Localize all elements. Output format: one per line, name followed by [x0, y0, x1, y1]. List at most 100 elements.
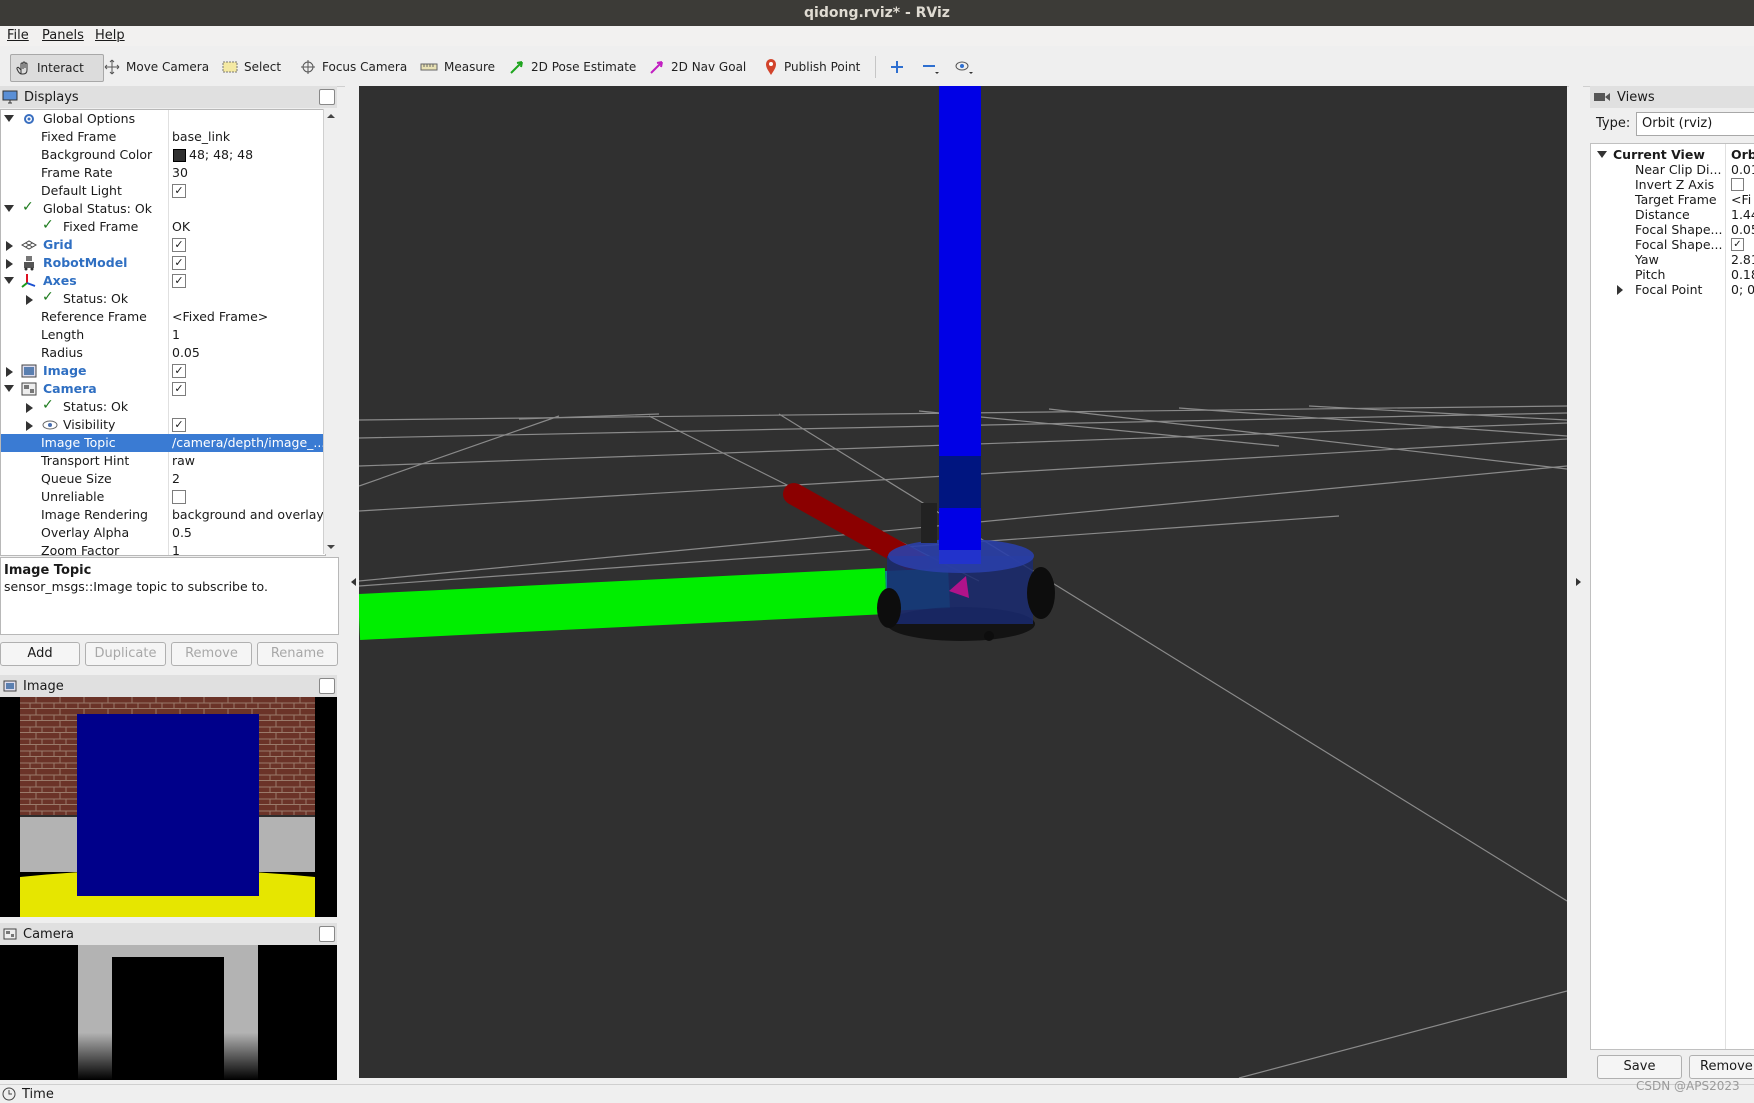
- expand-arrow-icon[interactable]: [26, 421, 33, 431]
- image-panel-close-button[interactable]: [319, 678, 335, 694]
- left-dock-handle[interactable]: [345, 86, 359, 1078]
- expand-arrow-icon[interactable]: [6, 259, 13, 269]
- tree-row-axes[interactable]: Axes ✓: [1, 272, 325, 290]
- overlay-alpha-value[interactable]: 0.5: [172, 525, 192, 540]
- grid-checkbox[interactable]: ✓: [172, 238, 186, 252]
- tree-row-robot-model[interactable]: RobotModel ✓: [1, 254, 325, 272]
- tree-row-image-topic[interactable]: Image Topic /camera/depth/image_...: [1, 434, 325, 452]
- focal-point-value[interactable]: 0; 0: [1731, 282, 1754, 297]
- tree-row-global-status[interactable]: ✓ Global Status: Ok: [1, 199, 325, 218]
- add-tool-button[interactable]: [886, 54, 908, 80]
- view-row[interactable]: Target Frame <Fi: [1591, 192, 1754, 207]
- expand-arrow-icon[interactable]: [4, 385, 14, 392]
- select-tool-button[interactable]: Select: [218, 54, 285, 80]
- default-light-checkbox[interactable]: ✓: [172, 184, 186, 198]
- rename-display-button[interactable]: Rename: [257, 642, 338, 666]
- image-checkbox[interactable]: ✓: [172, 364, 186, 378]
- displays-close-button[interactable]: [319, 89, 335, 105]
- expand-arrow-icon[interactable]: [4, 205, 14, 212]
- nav-goal-tool-button[interactable]: 2D Nav Goal: [645, 54, 750, 80]
- displays-scrollbar[interactable]: [323, 109, 338, 554]
- publish-point-tool-button[interactable]: Publish Point: [760, 54, 864, 80]
- tree-row-background-color[interactable]: Background Color 48; 48; 48: [1, 146, 325, 164]
- remove-tool-button[interactable]: [918, 54, 944, 80]
- render-viewport[interactable]: [359, 86, 1567, 1078]
- save-view-button[interactable]: Save: [1597, 1055, 1682, 1079]
- tree-row-overlay-alpha[interactable]: Overlay Alpha 0.5: [1, 524, 325, 542]
- move-camera-tool-button[interactable]: Move Camera: [100, 54, 213, 80]
- interact-tool-button[interactable]: Interact: [10, 54, 104, 82]
- length-value[interactable]: 1: [172, 327, 180, 342]
- yaw-value[interactable]: 2.81: [1731, 252, 1754, 267]
- expand-arrow-icon[interactable]: [1597, 151, 1607, 158]
- view-row[interactable]: Focal Shape... 0.05: [1591, 222, 1754, 237]
- view-row-current-view[interactable]: Current View Orb: [1591, 147, 1754, 162]
- pitch-value[interactable]: 0.18: [1731, 267, 1754, 282]
- radius-value[interactable]: 0.05: [172, 345, 200, 360]
- measure-tool-button[interactable]: Measure: [416, 54, 499, 80]
- visibility-checkbox[interactable]: ✓: [172, 418, 186, 432]
- right-dock-handle[interactable]: [1569, 86, 1583, 1078]
- image-topic-value[interactable]: /camera/depth/image_...: [172, 435, 325, 450]
- unreliable-checkbox[interactable]: [172, 490, 186, 504]
- tree-row-global-options[interactable]: Global Options: [1, 110, 325, 128]
- view-row[interactable]: Focal Shape... ✓: [1591, 237, 1754, 252]
- tree-row-fixed-frame[interactable]: Fixed Frame base_link: [1, 128, 325, 146]
- view-row[interactable]: Distance 1.44: [1591, 207, 1754, 222]
- view-type-select[interactable]: Orbit (rviz): [1636, 112, 1754, 136]
- fixed-frame-value[interactable]: base_link: [172, 129, 230, 144]
- tree-row-reference-frame[interactable]: Reference Frame <Fixed Frame>: [1, 308, 325, 326]
- view-row[interactable]: Invert Z Axis: [1591, 177, 1754, 192]
- duplicate-display-button[interactable]: Duplicate: [85, 642, 166, 666]
- color-swatch[interactable]: [173, 149, 186, 162]
- camera-checkbox[interactable]: ✓: [172, 382, 186, 396]
- target-frame-value[interactable]: <Fi: [1731, 192, 1751, 207]
- tree-row-transport-hint[interactable]: Transport Hint raw: [1, 452, 325, 470]
- expand-arrow-icon[interactable]: [26, 403, 33, 413]
- menu-panels[interactable]: Panels: [42, 28, 84, 43]
- view-row[interactable]: Pitch 0.18: [1591, 267, 1754, 282]
- expand-arrow-icon[interactable]: [4, 115, 14, 122]
- expand-arrow-icon[interactable]: [4, 277, 14, 284]
- view-row[interactable]: Yaw 2.81: [1591, 252, 1754, 267]
- tree-row-length[interactable]: Length 1: [1, 326, 325, 344]
- tree-row-queue-size[interactable]: Queue Size 2: [1, 470, 325, 488]
- tree-row-grid[interactable]: Grid ✓: [1, 236, 325, 254]
- camera-panel-close-button[interactable]: [319, 926, 335, 942]
- remove-view-button[interactable]: Remove: [1689, 1055, 1754, 1079]
- tree-row-default-light[interactable]: Default Light ✓: [1, 182, 325, 200]
- focus-camera-tool-button[interactable]: Focus Camera: [296, 54, 411, 80]
- queue-size-value[interactable]: 2: [172, 471, 180, 486]
- reference-frame-value[interactable]: <Fixed Frame>: [172, 309, 268, 324]
- robot-model-checkbox[interactable]: ✓: [172, 256, 186, 270]
- frame-rate-value[interactable]: 30: [172, 165, 188, 180]
- background-color-value[interactable]: 48; 48; 48: [189, 147, 253, 162]
- focal-shape-size-value[interactable]: 0.05: [1731, 222, 1754, 237]
- tree-row-axes-status[interactable]: ✓ Status: Ok: [1, 289, 325, 308]
- tree-row-camera[interactable]: Camera ✓: [1, 380, 325, 398]
- invert-z-checkbox[interactable]: [1731, 178, 1744, 191]
- focal-shape-fixed-checkbox[interactable]: ✓: [1731, 238, 1744, 251]
- distance-value[interactable]: 1.44: [1731, 207, 1754, 222]
- view-row[interactable]: Near Clip Di... 0.01: [1591, 162, 1754, 177]
- add-display-button[interactable]: Add: [0, 642, 80, 666]
- zoom-factor-value[interactable]: 1: [172, 543, 180, 555]
- pose-estimate-tool-button[interactable]: 2D Pose Estimate: [505, 54, 640, 80]
- 3d-scene[interactable]: [359, 86, 1567, 1078]
- remove-display-button[interactable]: Remove: [171, 642, 252, 666]
- tree-row-frame-rate[interactable]: Frame Rate 30: [1, 164, 325, 182]
- menu-help[interactable]: Help: [95, 28, 125, 43]
- tree-row-unreliable[interactable]: Unreliable: [1, 488, 325, 506]
- tree-row-image-rendering[interactable]: Image Rendering background and overlay: [1, 506, 325, 524]
- expand-arrow-icon[interactable]: [1617, 285, 1623, 295]
- axes-checkbox[interactable]: ✓: [172, 274, 186, 288]
- expand-arrow-icon[interactable]: [6, 241, 13, 251]
- tree-row-visibility[interactable]: Visibility ✓: [1, 416, 325, 434]
- near-clip-value[interactable]: 0.01: [1731, 162, 1754, 177]
- expand-arrow-icon[interactable]: [26, 295, 33, 305]
- menu-file[interactable]: File: [7, 28, 29, 43]
- view-row[interactable]: Focal Point 0; 0: [1591, 282, 1754, 297]
- expand-arrow-icon[interactable]: [6, 367, 13, 377]
- tree-row-camera-status[interactable]: ✓ Status: Ok: [1, 397, 325, 416]
- tool-properties-button[interactable]: [950, 54, 978, 80]
